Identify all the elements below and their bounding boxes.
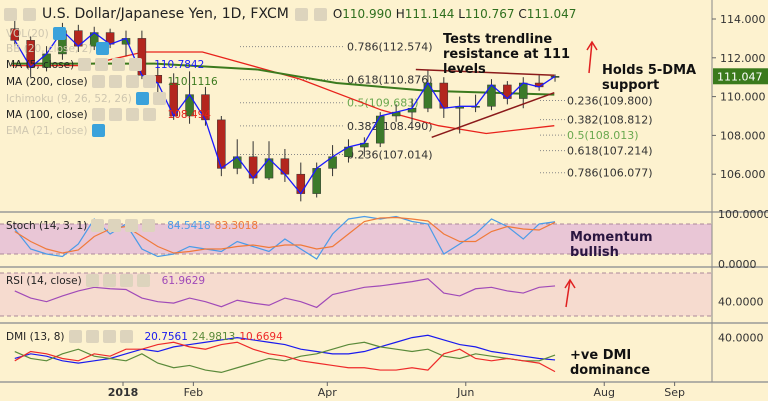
eye-icon[interactable]: [91, 75, 105, 88]
fib-left-label: 0.5(109.683): [347, 97, 419, 110]
price-tick-label: 108.000: [720, 129, 766, 142]
legend-stoch[interactable]: Stoch (14, 3, 1) 84.5418 83.3018: [6, 219, 258, 232]
eye-icon[interactable]: [96, 42, 110, 55]
fib-left-label: 0.382(108.490): [347, 120, 433, 133]
annotation-dmi: +ve DMI dominance: [570, 348, 651, 378]
legend-ma200[interactable]: MA (200, close) 110.1116: [6, 75, 218, 88]
gear-icon[interactable]: [102, 274, 116, 287]
time-tick-label: Apr: [318, 386, 338, 399]
time-tick-label: Jun: [456, 386, 474, 399]
chart-header: U.S. Dollar/Japanese Yen, 1D, FXCM O110.…: [4, 6, 576, 22]
close-icon[interactable]: [119, 330, 133, 343]
legend-ma100[interactable]: MA (100, close) 108.494: [6, 108, 211, 121]
plus-icon[interactable]: [119, 274, 133, 287]
close-icon[interactable]: [136, 274, 150, 287]
current-price-label: 111.047: [717, 70, 763, 83]
stoch-tick-label: 0.0000: [718, 258, 757, 271]
legend-dmi[interactable]: DMI (13, 8) 20.7561 24.9813 10.6694: [6, 330, 283, 343]
gear-icon[interactable]: [85, 330, 99, 343]
eye-icon[interactable]: [91, 108, 105, 121]
eye-icon[interactable]: [91, 219, 105, 232]
annotation-support: Holds 5-DMA support: [602, 63, 697, 93]
close-icon[interactable]: [129, 58, 143, 71]
eye-icon[interactable]: [294, 7, 308, 21]
gear-icon[interactable]: [108, 75, 122, 88]
rsi-tick-label: 40.0000: [718, 296, 764, 309]
eye-icon[interactable]: [68, 330, 82, 343]
time-tick-label: Sep: [664, 386, 685, 399]
fib-left-label: 0.786(112.574): [347, 41, 433, 54]
eye-icon[interactable]: [52, 27, 66, 40]
time-tick-label: Aug: [593, 386, 614, 399]
gear-icon[interactable]: [152, 92, 166, 105]
time-tick-label: 2018: [108, 386, 139, 399]
stoch-tick-label: 100.0000: [718, 208, 768, 221]
gear-icon[interactable]: [313, 7, 327, 21]
legend-vol[interactable]: VOL(20): [6, 27, 66, 40]
ohlc-readout: O110.990 H111.144 L110.767 C111.047: [332, 7, 577, 21]
annotation-momentum: Momentum bullish: [570, 230, 653, 260]
fib-left-label: 0.236(107.014): [347, 149, 433, 162]
gear-icon[interactable]: [108, 219, 122, 232]
price-tick-label: 110.000: [720, 91, 766, 104]
plus-icon[interactable]: [125, 219, 139, 232]
close-icon[interactable]: [142, 75, 156, 88]
annotation-resistance: Tests trendline resistance at 111 levels: [443, 32, 571, 77]
plus-icon[interactable]: [125, 75, 139, 88]
eye-icon[interactable]: [91, 124, 105, 137]
legend-rsi[interactable]: RSI (14, close) 61.9629: [6, 274, 205, 287]
close-icon[interactable]: [142, 219, 156, 232]
fib-right-label: 0.382(108.812): [567, 114, 653, 127]
eye-icon[interactable]: [78, 58, 92, 71]
fib-right-label: 0.5(108.013): [567, 129, 639, 142]
menu-icon[interactable]: [4, 7, 17, 21]
symbol-title: U.S. Dollar/Japanese Yen, 1D, FXCM: [42, 6, 289, 22]
dmi-tick-label: 40.0000: [718, 332, 764, 345]
price-tick-label: 114.000: [720, 13, 766, 26]
plus-icon[interactable]: [125, 108, 139, 121]
fib-right-label: 0.236(109.800): [567, 94, 653, 107]
close-icon[interactable]: [142, 108, 156, 121]
legend-ema[interactable]: EMA (21, close): [6, 124, 105, 137]
eye-icon[interactable]: [85, 274, 99, 287]
price-tick-label: 112.000: [720, 52, 766, 65]
legend-ichimoku[interactable]: Ichimoku (9, 26, 52, 26): [6, 92, 166, 105]
plus-icon[interactable]: [112, 58, 126, 71]
eye-icon[interactable]: [135, 92, 149, 105]
gear-icon[interactable]: [95, 58, 109, 71]
fib-right-label: 0.786(106.077): [567, 167, 653, 180]
gear-icon[interactable]: [108, 108, 122, 121]
price-tick-label: 106.000: [720, 168, 766, 181]
fib-right-label: 0.618(107.214): [567, 145, 653, 158]
plus-icon[interactable]: [102, 330, 116, 343]
legend-ma5[interactable]: MA (5, close) 110.7842: [6, 58, 204, 71]
flag-icon[interactable]: [23, 7, 36, 21]
time-tick-label: Feb: [184, 386, 203, 399]
legend-bb[interactable]: BB (20, close, 2): [6, 42, 110, 55]
